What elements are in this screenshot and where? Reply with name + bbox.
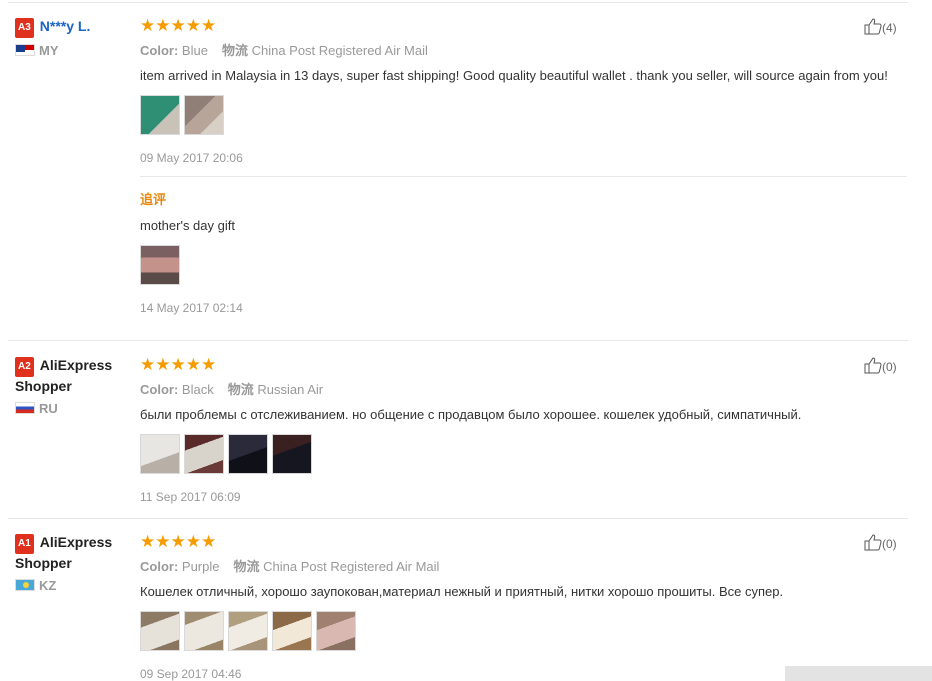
review-photo[interactable] — [228, 611, 268, 651]
followup-divider — [140, 176, 907, 177]
star-rating: ★★★★★ — [140, 355, 217, 374]
review-photo[interactable] — [140, 245, 180, 285]
review-date: 09 May 2017 20:06 — [140, 151, 243, 165]
followup-photos — [140, 245, 907, 287]
thumbs-up-icon — [864, 357, 882, 374]
star-rating: ★★★★★ — [140, 532, 217, 551]
review-photo[interactable] — [272, 611, 312, 651]
top-divider — [8, 2, 908, 3]
followup-label: 追评 — [140, 192, 167, 207]
like-button[interactable]: (0) — [864, 356, 897, 374]
review-content: ★★★★★ Color: Black 物流 Russian Air были пр… — [140, 356, 907, 504]
review-photo[interactable] — [316, 611, 356, 651]
reviewer-name[interactable]: N***y L. — [40, 18, 91, 34]
reviewer-info: A3 N***y L. MY — [15, 17, 135, 58]
thumbs-up-icon — [864, 534, 882, 551]
review-photo[interactable] — [140, 434, 180, 474]
review-photo[interactable] — [184, 434, 224, 474]
review-divider — [8, 340, 908, 341]
review-photos — [140, 434, 907, 476]
star-rating: ★★★★★ — [140, 16, 217, 35]
review-text: Кошелек отличный, хорошо заупокован,мате… — [140, 584, 784, 599]
level-badge: A2 — [15, 357, 34, 377]
review-photo[interactable] — [140, 95, 180, 135]
like-button[interactable]: (4) — [864, 17, 897, 35]
review-meta: Color: Purple 物流 China Post Registered Ai… — [140, 559, 440, 574]
review-photo[interactable] — [184, 95, 224, 135]
review-photos — [140, 95, 907, 137]
like-button[interactable]: (0) — [864, 533, 897, 551]
review-meta: Color: Black 物流 Russian Air — [140, 382, 324, 397]
flag-my-icon — [15, 44, 35, 56]
flag-kz-icon — [15, 579, 35, 591]
review-text: были проблемы с отслеживанием. но общени… — [140, 407, 802, 422]
review-date: 11 Sep 2017 06:09 — [140, 490, 241, 504]
followup-date: 14 May 2017 02:14 — [140, 301, 243, 315]
review-meta: Color: Blue 物流 China Post Registered Air … — [140, 43, 428, 58]
reviewer-country: MY — [15, 43, 135, 58]
level-badge: A1 — [15, 534, 34, 554]
bottom-bar — [785, 666, 932, 681]
review-content: ★★★★★ Color: Blue 物流 China Post Registere… — [140, 17, 907, 315]
review-photo[interactable] — [272, 434, 312, 474]
reviewer-info: A2 AliExpress Shopper RU — [15, 356, 135, 416]
review-content: ★★★★★ Color: Purple 物流 China Post Registe… — [140, 533, 907, 681]
reviewer-country: RU — [15, 401, 135, 416]
review-photo[interactable] — [228, 434, 268, 474]
review-photos — [140, 611, 907, 653]
thumbs-up-icon — [864, 18, 882, 35]
level-badge: A3 — [15, 18, 34, 38]
reviewer-info: A1 AliExpress Shopper KZ — [15, 533, 135, 593]
review-photo[interactable] — [140, 611, 180, 651]
flag-ru-icon — [15, 402, 35, 414]
review-text: item arrived in Malaysia in 13 days, sup… — [140, 68, 888, 83]
review-divider — [8, 518, 908, 519]
reviewer-country: KZ — [15, 578, 135, 593]
review-photo[interactable] — [184, 611, 224, 651]
followup-text: mother's day gift — [140, 218, 235, 233]
